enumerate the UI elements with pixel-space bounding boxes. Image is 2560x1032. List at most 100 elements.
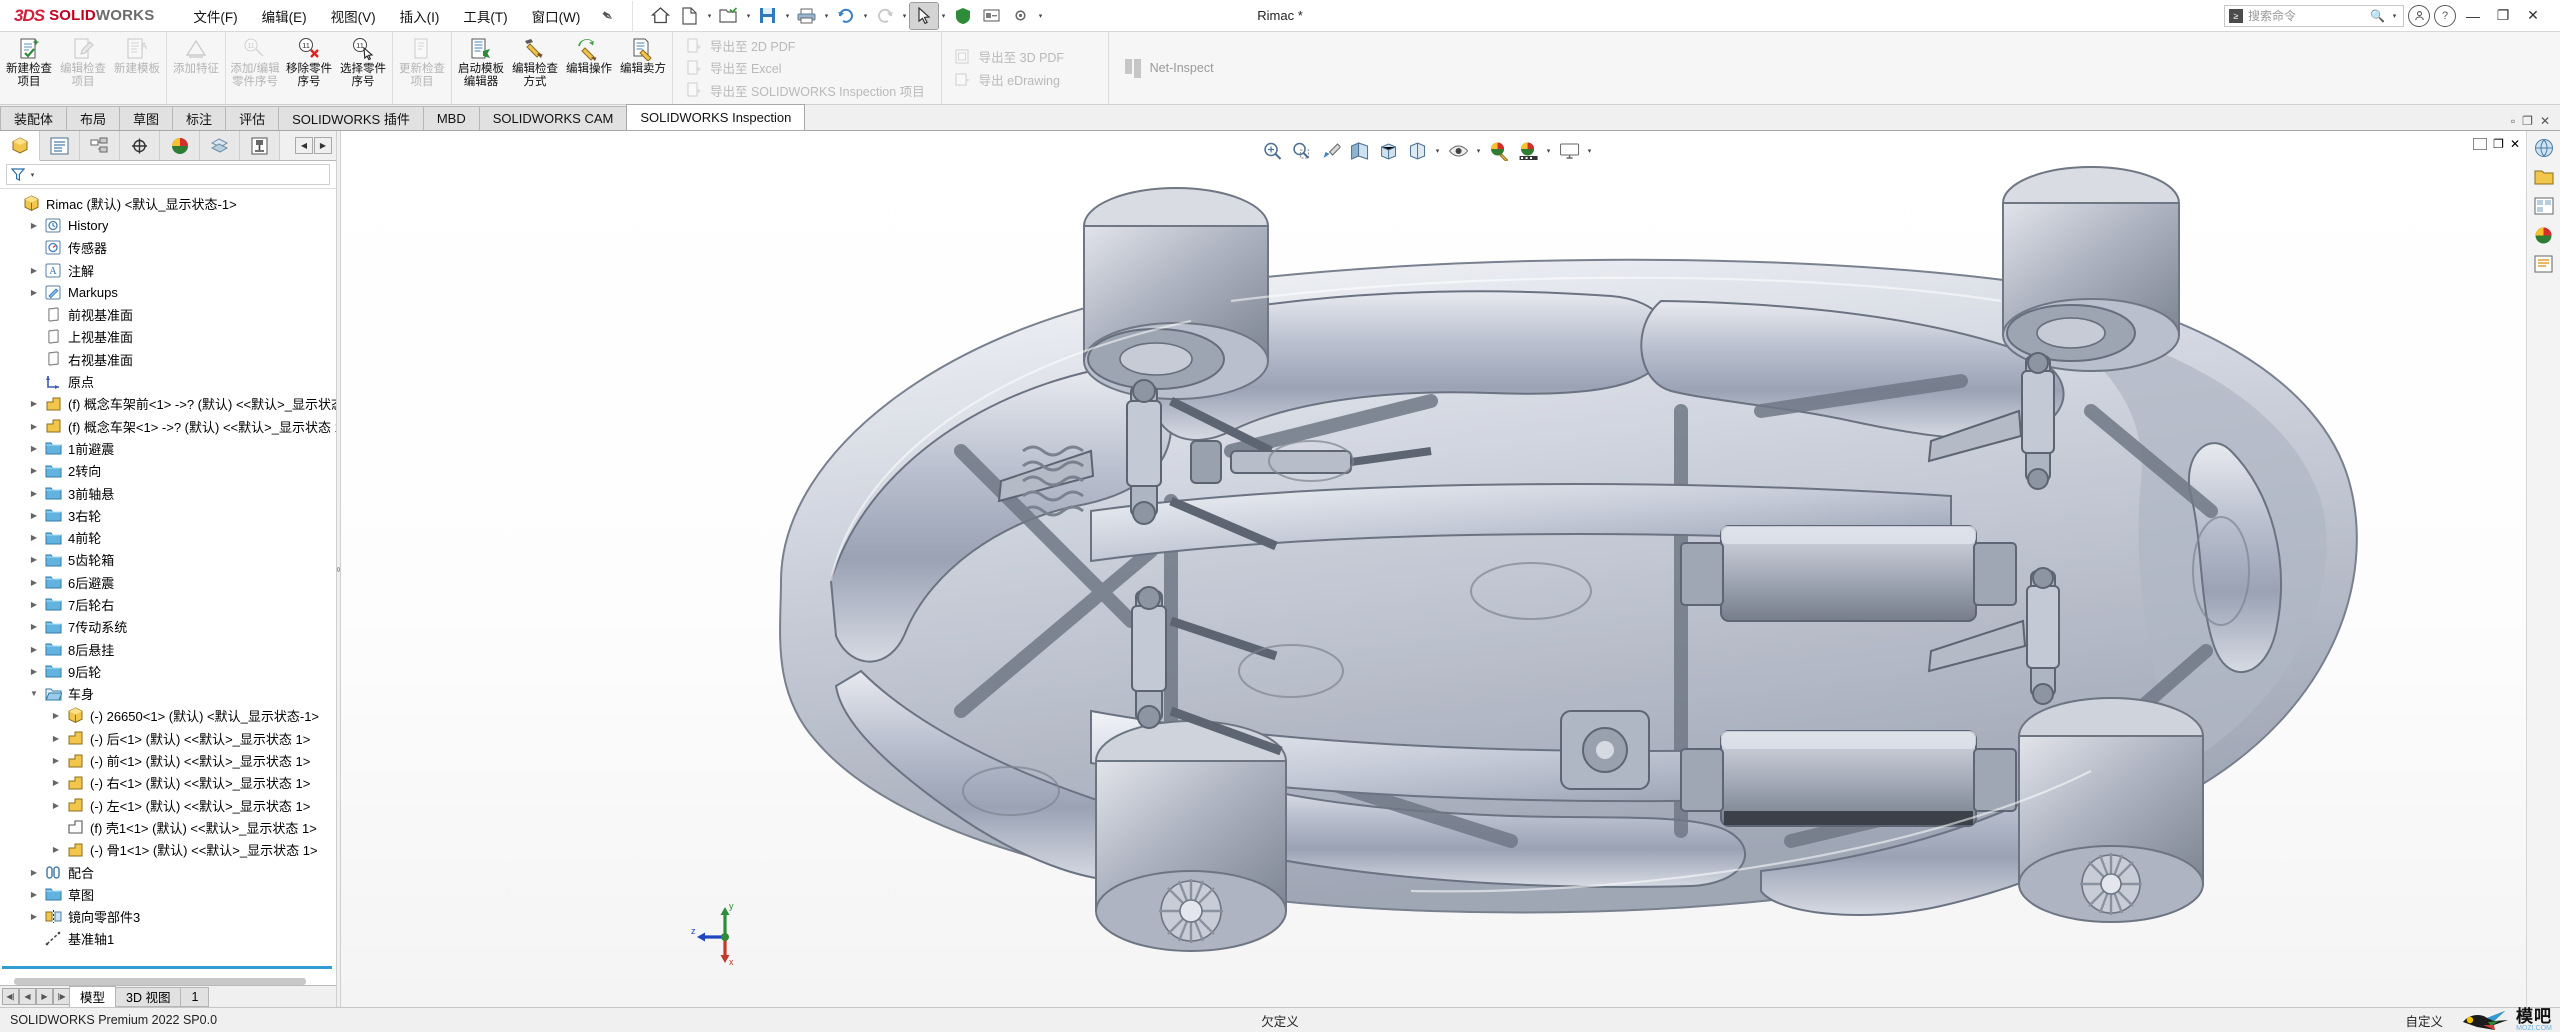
apply-scene-caret-icon[interactable]: ▾ <box>1544 147 1553 155</box>
chevron-down-icon[interactable]: ▼ <box>26 686 42 702</box>
design-library-icon[interactable] <box>2531 136 2557 160</box>
new-document-icon[interactable] <box>676 3 704 29</box>
chevron-right-icon[interactable]: ▶ <box>26 663 42 679</box>
tab-layout[interactable]: 布局 <box>66 106 121 130</box>
tree-item-front[interactable]: ▶ (-) 前<1> (默认) <<默认>_显示状态 1> <box>4 749 336 771</box>
tree-item-left[interactable]: ▶ (-) 左<1> (默认) <<默认>_显示状态 1> <box>4 794 336 816</box>
chevron-right-icon[interactable]: ▶ <box>26 530 42 546</box>
chevron-right-icon[interactable]: ▶ <box>26 418 42 434</box>
redo-caret-icon[interactable]: ▾ <box>900 12 909 20</box>
chevron-right-icon[interactable]: ▶ <box>26 552 42 568</box>
chevron-right-icon[interactable]: ▶ <box>26 463 42 479</box>
doc-tab-first-button[interactable]: ◀| <box>2 988 19 1005</box>
tree-item-frame[interactable]: ▶ (f) 概念车架<1> ->? (默认) <<默认>_显示状态 1> <box>4 415 336 437</box>
model-render[interactable] <box>531 151 2401 1007</box>
print-caret-icon[interactable]: ▾ <box>822 12 831 20</box>
menu-edit[interactable]: 编辑(E) <box>251 2 318 30</box>
tab-sketch[interactable]: 草图 <box>119 106 174 130</box>
doc-restore-icon[interactable]: ❐ <box>2522 114 2533 128</box>
select-caret-icon[interactable]: ▾ <box>939 12 948 20</box>
tree-folder-rear-wheel[interactable]: ▶ 9后轮 <box>4 660 336 682</box>
property-manager-tab[interactable] <box>40 131 80 160</box>
minimize-button[interactable]: — <box>2460 3 2486 29</box>
chevron-right-icon[interactable]: ▶ <box>48 730 64 746</box>
tab-evaluate[interactable]: 评估 <box>225 106 280 130</box>
tree-item-frame1[interactable]: ▶ (-) 骨1<1> (默认) <<默认>_显示状态 1> <box>4 839 336 861</box>
tree-item-26650[interactable]: ▶ (-) 26650<1> (默认) <默认_显示状态-1> <box>4 705 336 727</box>
chevron-right-icon[interactable]: ▶ <box>26 886 42 902</box>
doc-tab-1[interactable]: 1 <box>180 986 210 1007</box>
chevron-right-icon[interactable]: ▶ <box>26 596 42 612</box>
render-tab[interactable] <box>200 131 240 160</box>
doc-tab-prev-button[interactable]: ◀ <box>19 988 36 1005</box>
chevron-right-icon[interactable]: ▶ <box>26 396 42 412</box>
chevron-right-icon[interactable]: ▶ <box>26 507 42 523</box>
doc-tab-next-button[interactable]: ▶ <box>36 988 53 1005</box>
zoom-to-area-icon[interactable] <box>1288 139 1314 163</box>
undo-caret-icon[interactable]: ▾ <box>861 12 870 20</box>
search-caret-icon[interactable]: ▾ <box>2390 12 2399 20</box>
new-document-caret-icon[interactable]: ▾ <box>705 12 714 20</box>
options-settings-icon[interactable] <box>978 3 1006 29</box>
tree-folder-right-wheel[interactable]: ▶ 3右轮 <box>4 504 336 526</box>
pin-icon[interactable]: ✒ <box>597 5 618 26</box>
viewport-close-icon[interactable]: ✕ <box>2510 137 2520 151</box>
open-document-icon[interactable] <box>715 3 743 29</box>
menu-window[interactable]: 窗口(W) <box>521 2 592 30</box>
display-manager-tab[interactable] <box>160 131 200 160</box>
tree-folder-sketch[interactable]: ▶ 草图 <box>4 883 336 905</box>
tree-folder-driveline[interactable]: ▶ 7传动系统 <box>4 616 336 638</box>
chevron-right-icon[interactable]: ▶ <box>26 864 42 880</box>
chevron-right-icon[interactable]: ▶ <box>26 909 42 925</box>
tree-item-markups[interactable]: ▶ Markups <box>4 281 336 303</box>
search-icon[interactable]: 🔍 <box>2370 9 2385 23</box>
tab-assembly[interactable]: 装配体 <box>0 106 68 130</box>
menu-insert[interactable]: 插入(I) <box>389 2 451 30</box>
tab-solidworks-inspection[interactable]: SOLIDWORKS Inspection <box>626 104 806 130</box>
doc-tab-3dviews[interactable]: 3D 视图 <box>115 986 182 1007</box>
remove-balloon-button[interactable]: 11 移除零件序号 <box>282 33 336 103</box>
tree-item-right[interactable]: ▶ (-) 右<1> (默认) <<默认>_显示状态 1> <box>4 772 336 794</box>
tree-folder-gearbox[interactable]: ▶ 5齿轮箱 <box>4 549 336 571</box>
select-cursor-icon[interactable] <box>908 1 939 30</box>
tree-root-rimac[interactable]: ▶Rimac (默认) <默认_显示状态-1> <box>4 192 336 214</box>
chevron-right-icon[interactable]: ▶ <box>26 641 42 657</box>
chevron-right-icon[interactable]: ▶ <box>26 574 42 590</box>
chevron-right-icon[interactable]: ▶ <box>26 440 42 456</box>
apply-scene-icon[interactable] <box>1515 139 1541 163</box>
tree-folder-front-axle[interactable]: ▶ 3前轴悬 <box>4 482 336 504</box>
viewport-restore-icon[interactable]: ❐ <box>2493 137 2504 151</box>
tree-folder-rear-damper[interactable]: ▶ 6后避震 <box>4 571 336 593</box>
display-style-caret-icon[interactable]: ▾ <box>1433 147 1442 155</box>
tree-item-axis1[interactable]: ▶基准轴1 <box>4 928 336 950</box>
tree-item-frame-front[interactable]: ▶ (f) 概念车架前<1> ->? (默认) <<默认>_显示状态 1> <box>4 393 336 415</box>
configuration-manager-tab[interactable] <box>80 131 120 160</box>
help-icon[interactable]: ? <box>2434 4 2456 27</box>
feature-manager-tab[interactable] <box>0 131 40 161</box>
tree-folder-front-damper[interactable]: ▶ 1前避震 <box>4 437 336 459</box>
feature-tree[interactable]: ▶Rimac (默认) <默认_显示状态-1>▶History▶传感器▶A注解▶… <box>0 189 336 962</box>
chevron-right-icon[interactable]: ▶ <box>48 775 64 791</box>
menu-view[interactable]: 视图(V) <box>320 2 387 30</box>
undo-icon[interactable] <box>832 3 860 29</box>
view-settings-icon[interactable] <box>1556 139 1582 163</box>
edit-inspection-method-button[interactable]: 编辑检查方式 <box>508 33 562 103</box>
save-caret-icon[interactable]: ▾ <box>783 12 792 20</box>
cam-tab[interactable] <box>240 131 280 160</box>
appearances-icon[interactable] <box>2531 223 2557 247</box>
chevron-right-icon[interactable]: ▶ <box>26 284 42 300</box>
tree-item-rear[interactable]: ▶ (-) 后<1> (默认) <<默认>_显示状态 1> <box>4 727 336 749</box>
doc-tab-model[interactable]: 模型 <box>69 985 117 1008</box>
tab-markup[interactable]: 标注 <box>172 106 227 130</box>
save-icon[interactable] <box>754 3 782 29</box>
manager-tab-prev-button[interactable]: ◀ <box>295 137 313 154</box>
edit-vendor-button[interactable]: 编辑卖方 <box>616 33 670 103</box>
account-icon[interactable] <box>2408 4 2430 27</box>
tree-horizontal-scrollbar[interactable] <box>14 978 306 985</box>
file-explorer-icon[interactable] <box>2531 165 2557 189</box>
tree-folder-front-wheel[interactable]: ▶ 4前轮 <box>4 526 336 548</box>
tree-folder-rear-wheel-right[interactable]: ▶ 7后轮右 <box>4 593 336 615</box>
tree-folder-mates[interactable]: ▶ 配合 <box>4 861 336 883</box>
hide-show-items-icon[interactable] <box>1445 139 1471 163</box>
hide-show-caret-icon[interactable]: ▾ <box>1474 147 1483 155</box>
